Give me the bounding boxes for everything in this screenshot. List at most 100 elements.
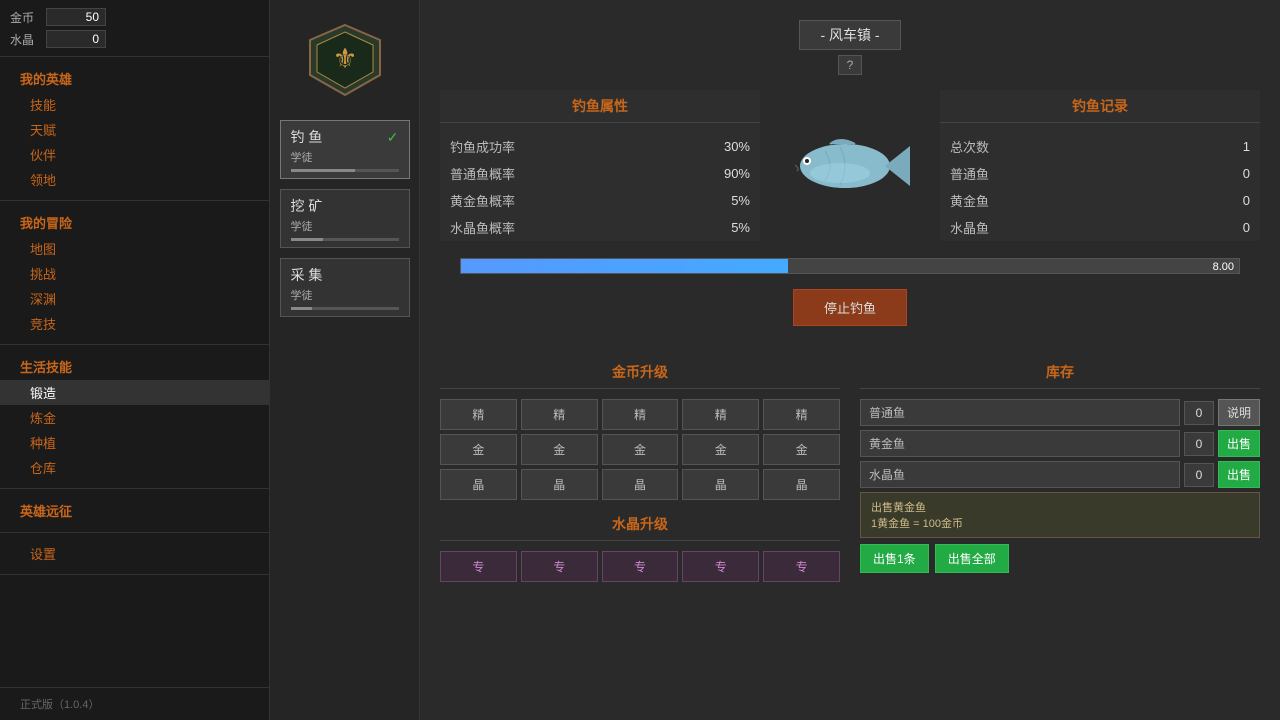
- rec-total: 总次数 1: [940, 133, 1260, 160]
- inv-crystal-fish-label: 水晶鱼: [860, 461, 1180, 488]
- attr-normal-value: 90%: [724, 166, 750, 181]
- upgrade-btn-jing3[interactable]: 精: [602, 399, 679, 430]
- crystal-btn-1[interactable]: 专: [440, 551, 517, 582]
- sidebar-item-challenge[interactable]: 挑战: [0, 261, 269, 286]
- inv-crystal-fish-sell-btn[interactable]: 出售: [1218, 461, 1260, 488]
- sidebar-item-warehouse[interactable]: 仓库: [0, 455, 269, 480]
- inventory-title: 库存: [860, 356, 1260, 389]
- fishing-records-panel: 钓鱼记录 总次数 1 普通鱼 0 黄金鱼 0 水晶鱼: [940, 90, 1260, 241]
- rec-gold-label: 黄金鱼: [950, 191, 989, 210]
- skill-gathering-bar-fill: [291, 307, 313, 310]
- gold-label: 金币: [10, 9, 40, 26]
- crystal-btn-3[interactable]: 专: [602, 551, 679, 582]
- stop-fishing-button[interactable]: 停止钓鱼: [793, 289, 907, 326]
- crystal-btn-5[interactable]: 专: [763, 551, 840, 582]
- adventure-section-title: 我的冒险: [0, 209, 269, 236]
- attr-success-label: 钓鱼成功率: [450, 137, 515, 156]
- help-button[interactable]: ?: [838, 55, 862, 75]
- inv-normal-fish-explain-btn[interactable]: 说明: [1218, 399, 1260, 426]
- expedition-section-title: 英雄远征: [0, 497, 269, 524]
- progress-bar: 8.00: [460, 258, 1240, 274]
- upgrade-panel: 金币升级 精 精 精 精 精 金 金 金 金 金 晶 晶 晶 晶: [440, 356, 840, 582]
- skill-mining[interactable]: 挖 矿 学徒: [280, 189, 410, 248]
- upgrade-btn-jing-c2[interactable]: 晶: [521, 469, 598, 500]
- rec-normal-value: 0: [1243, 166, 1250, 181]
- hero-nav-section: 我的英雄 技能 天赋 伙伴 领地: [0, 57, 269, 201]
- upgrade-btn-jing-c1[interactable]: 晶: [440, 469, 517, 500]
- sell-all-button[interactable]: 出售全部: [935, 544, 1009, 573]
- upgrade-btn-jin5[interactable]: 金: [763, 434, 840, 465]
- upgrade-btn-jing-c5[interactable]: 晶: [763, 469, 840, 500]
- rec-crystal-label: 水晶鱼: [950, 218, 989, 237]
- skill-mining-bar-fill: [291, 238, 323, 241]
- rec-gold: 黄金鱼 0: [940, 187, 1260, 214]
- sidebar-item-abyss[interactable]: 深渊: [0, 286, 269, 311]
- inv-crystal-fish-value: 0: [1184, 463, 1214, 487]
- inv-gold-fish-value: 0: [1184, 432, 1214, 456]
- skill-fishing[interactable]: 钓 鱼 ✓ 学徒: [280, 120, 410, 179]
- rec-total-label: 总次数: [950, 137, 989, 156]
- sidebar-item-map[interactable]: 地图: [0, 236, 269, 261]
- sell-one-button[interactable]: 出售1条: [860, 544, 929, 573]
- crystal-btn-4[interactable]: 专: [682, 551, 759, 582]
- upgrade-btn-jing1[interactable]: 精: [440, 399, 517, 430]
- gold-upgrade-grid: 精 精 精 精 精 金 金 金 金 金 晶 晶 晶 晶 晶: [440, 399, 840, 500]
- upgrade-btn-jing-c3[interactable]: 晶: [602, 469, 679, 500]
- bottom-grid: 金币升级 精 精 精 精 精 金 金 金 金 金 晶 晶 晶 晶: [440, 356, 1260, 582]
- progress-area: 8.00: [440, 249, 1260, 278]
- upgrade-btn-jin4[interactable]: 金: [682, 434, 759, 465]
- rec-normal-label: 普通鱼: [950, 164, 989, 183]
- upgrade-btn-jing2[interactable]: 精: [521, 399, 598, 430]
- crystal-btn-2[interactable]: 专: [521, 551, 598, 582]
- gold-resource: 金币 50: [10, 8, 259, 26]
- fishing-attrs-panel: 钓鱼属性 钓鱼成功率 30% 普通鱼概率 90% 黄金鱼概率 5%: [440, 90, 760, 241]
- upgrade-btn-jin1[interactable]: 金: [440, 434, 517, 465]
- upgrade-btn-jing-c4[interactable]: 晶: [682, 469, 759, 500]
- location-name: - 风车镇 -: [799, 20, 900, 50]
- skill-gathering-label: 采 集: [291, 265, 323, 285]
- sidebar-item-skills[interactable]: 技能: [0, 92, 269, 117]
- fish-icon: [785, 131, 915, 201]
- sell-action-row: 出售1条 出售全部: [860, 544, 1260, 573]
- sell-info-box: 出售黄金鱼 1黄金鱼 = 100金币: [860, 492, 1260, 538]
- inventory-panel: 库存 普通鱼 0 说明 黄金鱼 0 出售 水晶鱼 0 出售: [860, 356, 1260, 582]
- skill-fishing-bar-fill: [291, 169, 356, 172]
- skill-fishing-check: ✓: [387, 129, 399, 146]
- attr-crystal-value: 5%: [731, 220, 750, 235]
- sidebar-item-partners[interactable]: 伙伴: [0, 142, 269, 167]
- skills-panel: ⚜ 钓 鱼 ✓ 学徒 挖 矿 学徒 采 集: [270, 0, 420, 720]
- sidebar-item-alchemy[interactable]: 炼金: [0, 405, 269, 430]
- upgrade-btn-jin2[interactable]: 金: [521, 434, 598, 465]
- hero-section-title: 我的英雄: [0, 65, 269, 92]
- main-content: - 风车镇 - ? 钓鱼属性 钓鱼成功率 30% 普通鱼概率 90%: [420, 0, 1280, 720]
- sidebar: 金币 50 水晶 0 我的英雄 技能 天赋 伙伴 领地 我的冒险 地图 挑战 深…: [0, 0, 270, 720]
- skill-gathering[interactable]: 采 集 学徒: [280, 258, 410, 317]
- sidebar-item-arena[interactable]: 竞技: [0, 311, 269, 336]
- skill-fishing-label: 钓 鱼: [291, 127, 323, 147]
- upgrade-btn-jing4[interactable]: 精: [682, 399, 759, 430]
- inv-normal-fish-value: 0: [1184, 401, 1214, 425]
- sidebar-item-forge[interactable]: 锻造: [0, 380, 269, 405]
- sidebar-item-talents[interactable]: 天赋: [0, 117, 269, 142]
- rec-crystal-value: 0: [1243, 220, 1250, 235]
- inv-gold-fish-label: 黄金鱼: [860, 430, 1180, 457]
- sidebar-item-territory[interactable]: 领地: [0, 167, 269, 192]
- rec-gold-value: 0: [1243, 193, 1250, 208]
- sidebar-item-planting[interactable]: 种植: [0, 430, 269, 455]
- upgrade-btn-jin3[interactable]: 金: [602, 434, 679, 465]
- hero-emblem-icon: ⚜: [305, 20, 385, 100]
- crystal-resource: 水晶 0: [10, 30, 259, 48]
- fishing-records-list: 总次数 1 普通鱼 0 黄金鱼 0 水晶鱼 0: [940, 133, 1260, 241]
- attr-gold-rate: 黄金鱼概率 5%: [450, 187, 750, 214]
- resource-bar: 金币 50 水晶 0: [0, 0, 269, 57]
- crystal-upgrade-grid: 专 专 专 专 专: [440, 551, 840, 582]
- fishing-attrs-list: 钓鱼成功率 30% 普通鱼概率 90% 黄金鱼概率 5% 水晶鱼概率 5%: [440, 133, 760, 241]
- inv-gold-fish-sell-btn[interactable]: 出售: [1218, 430, 1260, 457]
- fishing-records-title: 钓鱼记录: [940, 90, 1260, 123]
- upgrade-btn-jing5[interactable]: 精: [763, 399, 840, 430]
- sell-info-title: 出售黄金鱼: [871, 499, 1249, 515]
- sidebar-item-settings[interactable]: 设置: [0, 541, 269, 566]
- fishing-attrs-title: 钓鱼属性: [440, 90, 760, 123]
- progress-bar-fill: [461, 259, 788, 273]
- life-section-title: 生活技能: [0, 353, 269, 380]
